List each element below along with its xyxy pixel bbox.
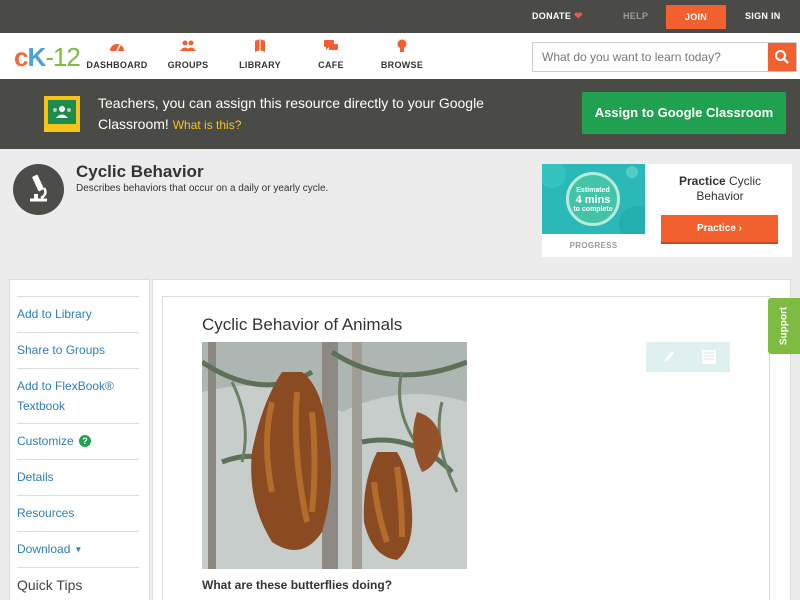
nav-cafe[interactable]: CAFE: [296, 39, 366, 70]
main-navbar: cK-12 DASHBOARD GROUPS LIBRARY CAFE BROW…: [0, 33, 800, 79]
browse-icon: [397, 39, 407, 52]
assign-google-classroom-button[interactable]: Assign to Google Classroom: [582, 92, 786, 134]
search-box: [532, 42, 797, 72]
lesson-title: Cyclic Behavior of Animals: [202, 315, 403, 334]
butterflies-photo: [202, 342, 467, 569]
estimated-time-badge: Estimated 4 mins to complete: [566, 172, 620, 226]
google-classroom-banner: Teachers, you can assign this resource d…: [0, 79, 800, 149]
quick-tips-heading[interactable]: Quick Tips: [17, 567, 139, 595]
add-to-library-link[interactable]: Add to Library: [17, 296, 139, 324]
annotate-button[interactable]: [646, 342, 688, 372]
notes-icon: [702, 350, 716, 364]
nav-groups[interactable]: GROUPS: [153, 39, 223, 70]
help-icon[interactable]: ?: [79, 435, 92, 447]
nav-dashboard[interactable]: DASHBOARD: [82, 39, 152, 70]
resources-link[interactable]: Resources: [17, 495, 139, 523]
practice-card: Estimated 4 mins to complete PROGRESS Pr…: [542, 164, 792, 257]
donate-link[interactable]: DONATE ❤: [532, 0, 583, 33]
nav-library-label: LIBRARY: [239, 60, 281, 70]
concept-title: Cyclic Behavior: [76, 162, 204, 181]
donate-label: DONATE: [532, 11, 572, 21]
join-button[interactable]: JOIN: [666, 5, 726, 29]
nav-browse-label: BROWSE: [380, 60, 424, 70]
support-tab[interactable]: Support: [768, 298, 800, 354]
practice-button[interactable]: Practice ›: [661, 215, 778, 244]
add-to-flexbook-link[interactable]: Add to FlexBook® Textbook: [17, 368, 139, 416]
nav-groups-label: GROUPS: [167, 60, 209, 70]
caret-down-icon: ▼: [74, 545, 83, 554]
nav-dashboard-label: DASHBOARD: [86, 60, 148, 70]
practice-image: Estimated 4 mins to complete: [542, 164, 645, 234]
ck12-logo[interactable]: cK-12: [14, 42, 81, 73]
microscope-icon: [13, 164, 64, 215]
search-input[interactable]: [533, 43, 769, 71]
help-link[interactable]: HELP: [623, 0, 648, 33]
dashboard-icon: [110, 44, 124, 52]
pencil-icon: [665, 351, 674, 362]
notes-button[interactable]: [688, 342, 730, 372]
share-to-groups-link[interactable]: Share to Groups: [17, 332, 139, 360]
library-icon: [255, 39, 265, 52]
concept-description: Describes behaviors that occur on a dail…: [76, 183, 329, 194]
top-utility-bar: DONATE ❤ HELP JOIN SIGN IN: [0, 0, 800, 33]
search-button[interactable]: [768, 43, 796, 71]
chevron-right-icon: ›: [738, 223, 743, 234]
what-is-this-link[interactable]: What is this?: [173, 118, 242, 132]
nav-library[interactable]: LIBRARY: [225, 39, 295, 70]
practice-title: Practice Cyclic Behavior: [678, 174, 762, 203]
nav-cafe-label: CAFE: [318, 60, 344, 70]
resource-sidebar: Add to Library Share to Groups Add to Fl…: [9, 279, 150, 600]
details-link[interactable]: Details: [17, 459, 139, 487]
search-icon: [775, 50, 789, 64]
customize-link[interactable]: Customize ?: [17, 423, 139, 451]
lesson-question: What are these butterflies doing?: [202, 578, 393, 592]
sign-in-link[interactable]: SIGN IN: [745, 0, 781, 33]
groups-icon: [180, 40, 196, 51]
download-link[interactable]: Download ▼: [17, 531, 139, 560]
progress-label: PROGRESS: [569, 241, 618, 250]
lesson-tools: [646, 342, 730, 372]
google-classroom-icon: [44, 96, 80, 132]
nav-browse[interactable]: BROWSE: [367, 39, 437, 70]
google-classroom-message: Teachers, you can assign this resource d…: [98, 95, 484, 132]
heart-icon: ❤: [574, 11, 583, 22]
cafe-icon: [324, 40, 338, 50]
